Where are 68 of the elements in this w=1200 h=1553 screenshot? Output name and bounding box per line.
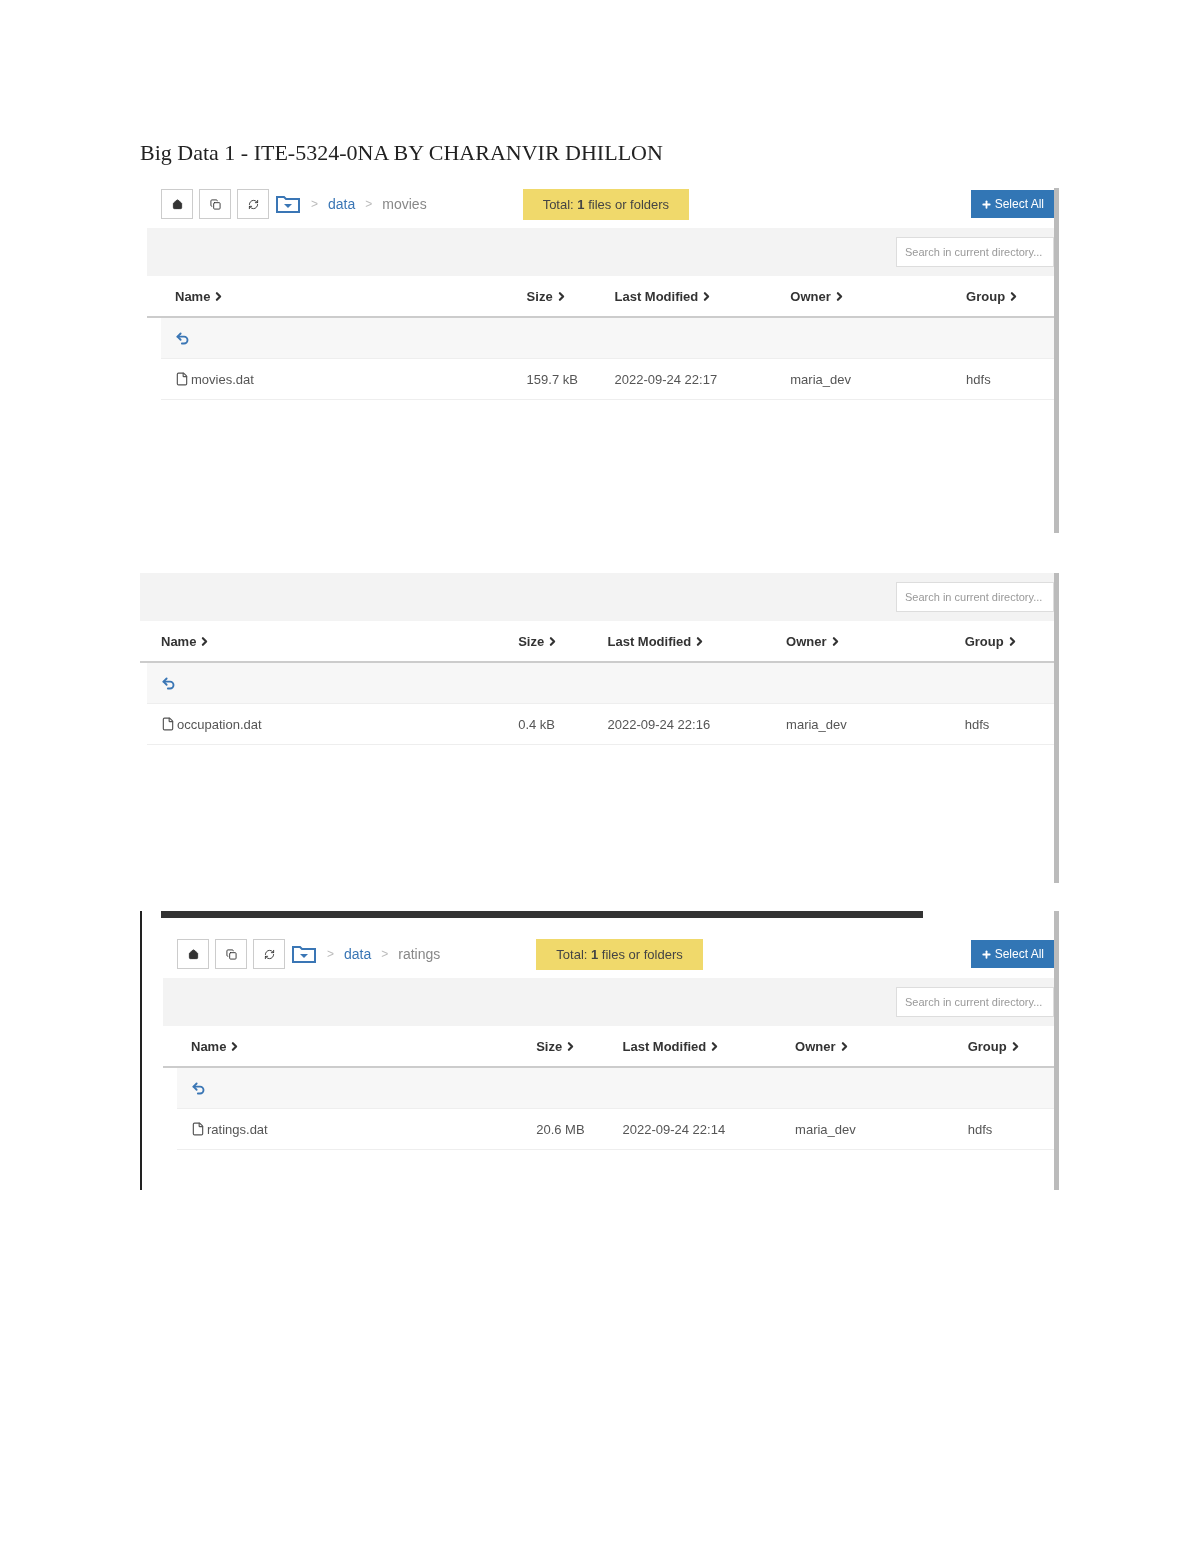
search-field[interactable]: Search in current directory... (896, 987, 1054, 1017)
breadcrumb-separator: > (365, 197, 373, 211)
file-icon (191, 1122, 205, 1136)
folder-dropdown-icon[interactable] (291, 944, 317, 964)
home-icon (171, 198, 183, 210)
copy-button[interactable] (199, 189, 231, 219)
column-header[interactable]: Last Modified (614, 288, 714, 304)
breadcrumb-separator: > (311, 197, 318, 211)
refresh-icon (263, 948, 275, 960)
column-header[interactable]: Name (191, 1038, 242, 1054)
home-button[interactable] (177, 939, 209, 969)
table-cell: hdfs (966, 371, 991, 387)
plus-icon (980, 948, 992, 960)
refresh-button[interactable] (253, 939, 285, 969)
table-cell: 2022-09-24 22:16 (607, 716, 711, 732)
select-all-button[interactable]: Select All (970, 940, 1054, 968)
back-arrow-icon[interactable] (175, 330, 190, 346)
copy-icon (225, 948, 237, 960)
refresh-icon (247, 198, 259, 210)
column-header[interactable]: Name (175, 288, 226, 304)
file-icon (175, 372, 189, 386)
folder-dropdown-icon[interactable] (275, 194, 301, 214)
home-button[interactable] (161, 189, 193, 219)
column-header[interactable]: Last Modified (607, 633, 707, 649)
copy-button[interactable] (215, 939, 247, 969)
column-header[interactable]: Name (161, 633, 212, 649)
copy-icon (209, 198, 221, 210)
breadcrumb-item: movies (382, 196, 427, 212)
back-arrow-icon[interactable] (191, 1080, 206, 1096)
column-header[interactable]: Group (966, 288, 1021, 304)
total-count-badge: Total: 1 files or folders (536, 938, 703, 970)
table-cell: 2022-09-24 22:17 (614, 371, 718, 387)
file-icon (161, 717, 175, 731)
column-header[interactable]: Size (536, 1038, 578, 1054)
table-cell: 0.4 kB (518, 716, 556, 732)
table-cell: maria_dev (795, 1121, 856, 1137)
column-header[interactable]: Size (518, 633, 560, 649)
breadcrumb-item: ratings (398, 946, 441, 962)
back-arrow-icon[interactable] (161, 675, 176, 691)
table-cell: hdfs (967, 1121, 993, 1137)
column-header[interactable]: Owner (786, 633, 842, 649)
select-all-button[interactable]: Select All (970, 190, 1054, 218)
column-header[interactable]: Owner (795, 1038, 851, 1054)
search-field[interactable]: Search in current directory... (896, 582, 1054, 612)
home-icon (187, 948, 199, 960)
column-header[interactable]: Size (526, 288, 568, 304)
total-count-badge: Total: 1 files or folders (522, 188, 690, 220)
file-name[interactable]: occupation.dat (177, 716, 262, 732)
breadcrumb-item[interactable]: data (344, 946, 372, 962)
table-cell: maria_dev (790, 371, 851, 387)
file-name[interactable]: ratings.dat (207, 1121, 268, 1137)
column-header[interactable]: Group (967, 1038, 1022, 1054)
file-name[interactable]: movies.dat (191, 371, 254, 387)
column-header[interactable]: Owner (790, 288, 846, 304)
plus-icon (980, 198, 992, 210)
table-cell: hdfs (964, 716, 990, 732)
breadcrumb-separator: > (381, 947, 389, 961)
breadcrumb-item[interactable]: data (328, 196, 356, 212)
refresh-button[interactable] (237, 189, 269, 219)
table-cell: maria_dev (786, 716, 847, 732)
table-cell: 2022-09-24 22:14 (622, 1121, 726, 1137)
table-cell: 159.7 kB (526, 371, 578, 387)
table-cell: 20.6 MB (536, 1121, 585, 1137)
column-header[interactable]: Group (964, 633, 1019, 649)
search-field[interactable]: Search in current directory... (896, 237, 1054, 267)
breadcrumb-separator: > (327, 947, 334, 961)
document-title: Big Data 1 - ITE-5324-0NA BY CHARANVIR DHILLON (140, 140, 663, 166)
column-header[interactable]: Last Modified (622, 1038, 722, 1054)
